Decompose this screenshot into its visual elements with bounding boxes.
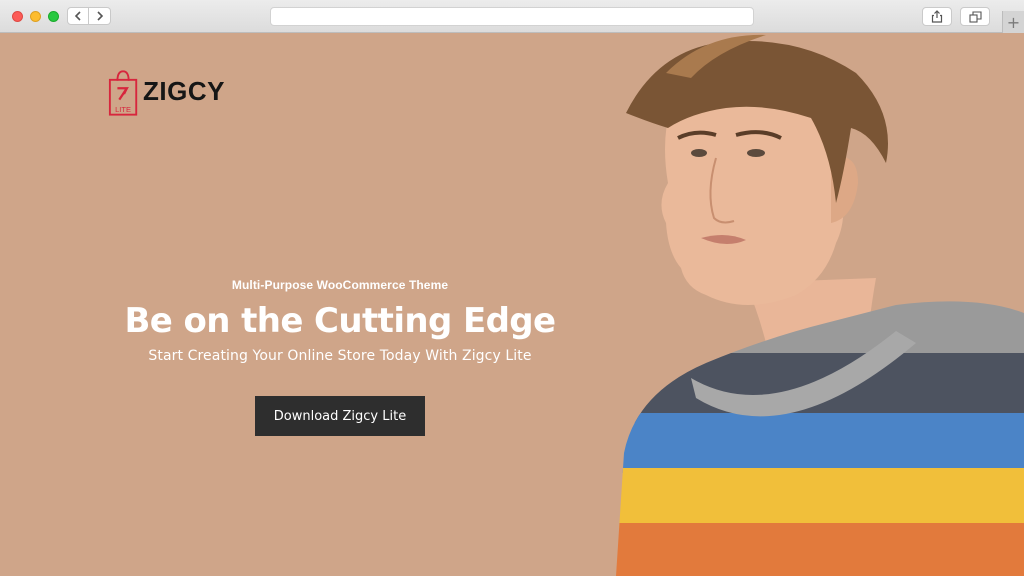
tab-overview-button[interactable]: [960, 7, 990, 26]
hero-subheadline: Start Creating Your Online Store Today W…: [148, 348, 532, 364]
minimize-window-button[interactable]: [30, 11, 41, 22]
striped-sweater: [616, 301, 1024, 576]
hero-content: Multi-Purpose WooCommerce Theme Be on th…: [80, 278, 600, 436]
new-tab-button[interactable]: +: [1002, 11, 1024, 33]
chevron-right-icon: [96, 11, 103, 21]
browser-toolbar: +: [0, 0, 1024, 33]
close-window-button[interactable]: [12, 11, 23, 22]
back-button[interactable]: [67, 7, 89, 25]
hero-eyebrow: Multi-Purpose WooCommerce Theme: [231, 278, 449, 292]
logo-sub-text: LITE: [115, 105, 131, 114]
share-icon: [931, 10, 943, 23]
shopping-bag-icon: LITE: [108, 70, 138, 116]
model-photo: [616, 34, 1024, 576]
plus-icon: +: [1006, 12, 1021, 32]
chevron-left-icon: [74, 11, 81, 21]
hero-headline: Be on the Cutting Edge: [124, 301, 556, 341]
share-button[interactable]: [922, 7, 952, 26]
address-bar[interactable]: [270, 7, 754, 26]
logo-text: ZIGCY: [143, 75, 225, 106]
zigcy-logo[interactable]: LITE ZIGCY: [108, 67, 225, 119]
hero-banner: LITE ZIGCY Multi-Purpose WooCommerce The…: [0, 33, 1024, 576]
download-button[interactable]: Download Zigcy Lite: [255, 396, 425, 436]
forward-button[interactable]: [89, 7, 111, 25]
zoom-window-button[interactable]: [48, 11, 59, 22]
tab-overview-icon: [968, 10, 982, 23]
